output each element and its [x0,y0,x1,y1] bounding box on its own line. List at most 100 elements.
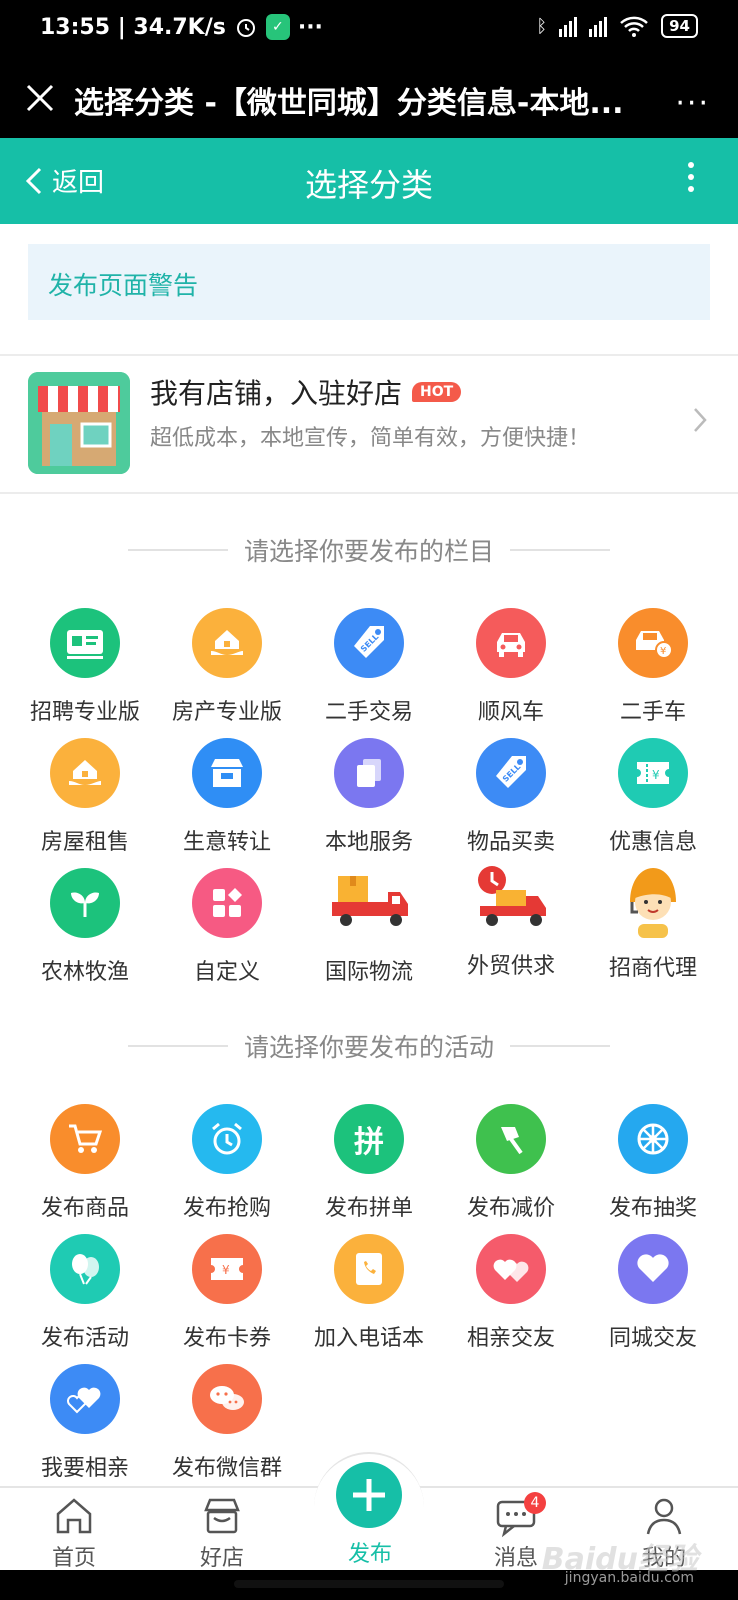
activity-item[interactable]: ¥ 发布卡券 [156,1234,298,1364]
category-item[interactable]: 本地服务 [298,738,440,868]
activity-label: 发布抢购 [182,1196,271,1221]
categories-section-title: 请选择你要发布的栏目 [128,530,611,570]
activity-item[interactable]: 发布活动 [14,1234,156,1364]
category-item[interactable]: SELL 二手交易 [298,608,440,738]
activities-section-title: 请选择你要发布的活动 [128,1026,611,1066]
activity-item[interactable]: 拼 发布拼单 [298,1104,440,1234]
activity-label: 发布微信群 [171,1456,282,1481]
activity-item[interactable]: 发布商品 [14,1104,156,1234]
wifi-icon [620,16,648,37]
divider [0,492,738,494]
ticket-icon: ¥ [192,1234,262,1304]
sprout-icon [50,868,120,938]
nav-shops-label: 好店 [199,1546,244,1571]
activity-label: 加入电话本 [313,1326,424,1351]
watermark-url: jingyan.baidu.com [564,1570,694,1586]
signal-icon [589,15,608,37]
app-header: 返回 选择分类 [0,138,738,224]
activity-label: 发布活动 [40,1326,129,1351]
category-item[interactable]: ¥ 二手车 [582,608,724,738]
activity-item[interactable]: 我要相亲 [14,1364,156,1494]
activity-item[interactable]: 发布抢购 [156,1104,298,1234]
kebab-menu-icon[interactable] [688,162,694,192]
grid-custom-icon [192,868,262,938]
category-label: 自定义 [193,960,260,985]
category-label: 物品买卖 [466,830,555,855]
activity-label: 发布减价 [466,1196,555,1221]
activity-item[interactable]: 发布微信群 [156,1364,298,1494]
shield-app-icon: ✓ [265,14,290,40]
phonebook-icon [334,1234,404,1304]
activity-item[interactable]: 加入电话本 [298,1234,440,1364]
category-label: 农林牧渔 [40,960,129,985]
messages-badge: 4 [524,1492,546,1514]
nav-shops[interactable]: 好店 [152,1488,292,1572]
alarm-clock-icon [192,1104,262,1174]
house-hand-icon [50,738,120,808]
svg-text:¥: ¥ [652,768,660,782]
category-item[interactable]: 农林牧渔 [14,868,156,998]
category-item[interactable]: 自定义 [156,868,298,998]
group-buy-icon: 拼 [334,1104,404,1174]
house-hand-icon [192,608,262,678]
storefront-icon [192,738,262,808]
balloons-icon [50,1234,120,1304]
activity-label: 同城交友 [608,1326,697,1351]
category-item[interactable]: 外贸供求 [440,866,582,998]
category-item[interactable]: 房屋租售 [14,738,156,868]
shop-entry-row[interactable]: 我有店铺，入驻好店 HOT 超低成本，本地宣传，简单有效，方便快捷！ [0,356,738,492]
car-icon [476,608,546,678]
category-item[interactable]: 顺风车 [440,608,582,738]
activity-item[interactable]: 同城交友 [582,1234,724,1364]
category-item[interactable]: 招聘专业版 [14,608,156,738]
shop-icon [204,1498,240,1534]
category-label: 二手车 [619,700,686,725]
category-item[interactable]: 招商代理 [582,868,724,998]
coupon-icon: ¥ [618,738,688,808]
id-card-icon [50,608,120,678]
activity-item[interactable]: 发布抽奖 [582,1104,724,1234]
bluetooth-icon: ᛒ [536,15,548,37]
pages-icon [334,738,404,808]
agent-avatar-icon [630,868,676,938]
signal-hd-icon [559,15,578,37]
more-menu-icon[interactable]: ··· [675,86,710,121]
activity-label: 发布商品 [40,1196,129,1221]
close-icon[interactable] [20,78,60,118]
svg-text:¥: ¥ [660,646,666,657]
nav-publish-label: 发布 [347,1542,392,1567]
sell-tag-icon: SELL [334,608,404,678]
browser-title-bar: 选择分类 -【微世同城】分类信息-本地... ··· [0,60,738,138]
activities-title-text: 请选择你要发布的活动 [244,1033,495,1062]
category-label: 二手交易 [324,700,413,725]
activity-label: 发布抽奖 [608,1196,697,1221]
cart-icon [50,1104,120,1174]
category-label: 外贸供求 [466,954,555,979]
home-icon [56,1498,92,1534]
category-item[interactable]: 房产专业版 [156,608,298,738]
home-indicator[interactable] [234,1580,504,1588]
activity-grid: 发布商品 发布抢购 拼 发布拼单 发布减价 发布抽奖 发布活动 ¥ 发布卡券 加… [14,1104,724,1494]
lottery-wheel-icon [618,1104,688,1174]
shop-title: 我有店铺，入驻好店 [150,377,403,410]
activity-label: 发布卡券 [182,1326,271,1351]
nav-home-label: 首页 [51,1546,96,1571]
category-item[interactable]: SELL 物品买卖 [440,738,582,868]
svg-text:¥: ¥ [222,1263,230,1277]
category-item[interactable]: 国际物流 [298,868,440,998]
activity-item[interactable]: 发布减价 [440,1104,582,1234]
status-bar: 13:55 | 34.7K/s ✓ ··· ᛒ 94 [0,0,738,60]
nav-home[interactable]: 首页 [4,1488,144,1572]
heart-icon [618,1234,688,1304]
publish-warning-banner[interactable]: 发布页面警告 [28,244,710,320]
category-item[interactable]: 生意转让 [156,738,298,868]
publish-button[interactable] [336,1462,402,1528]
activity-label: 发布拼单 [324,1196,413,1221]
category-label: 招商代理 [608,956,697,981]
used-car-icon: ¥ [618,608,688,678]
status-time-speed: 13:55 | 34.7K/s [40,14,226,40]
category-item[interactable]: ¥ 优惠信息 [582,738,724,868]
activity-label: 我要相亲 [40,1456,129,1481]
fast-truck-icon [478,866,546,926]
activity-item[interactable]: 相亲交友 [440,1234,582,1364]
